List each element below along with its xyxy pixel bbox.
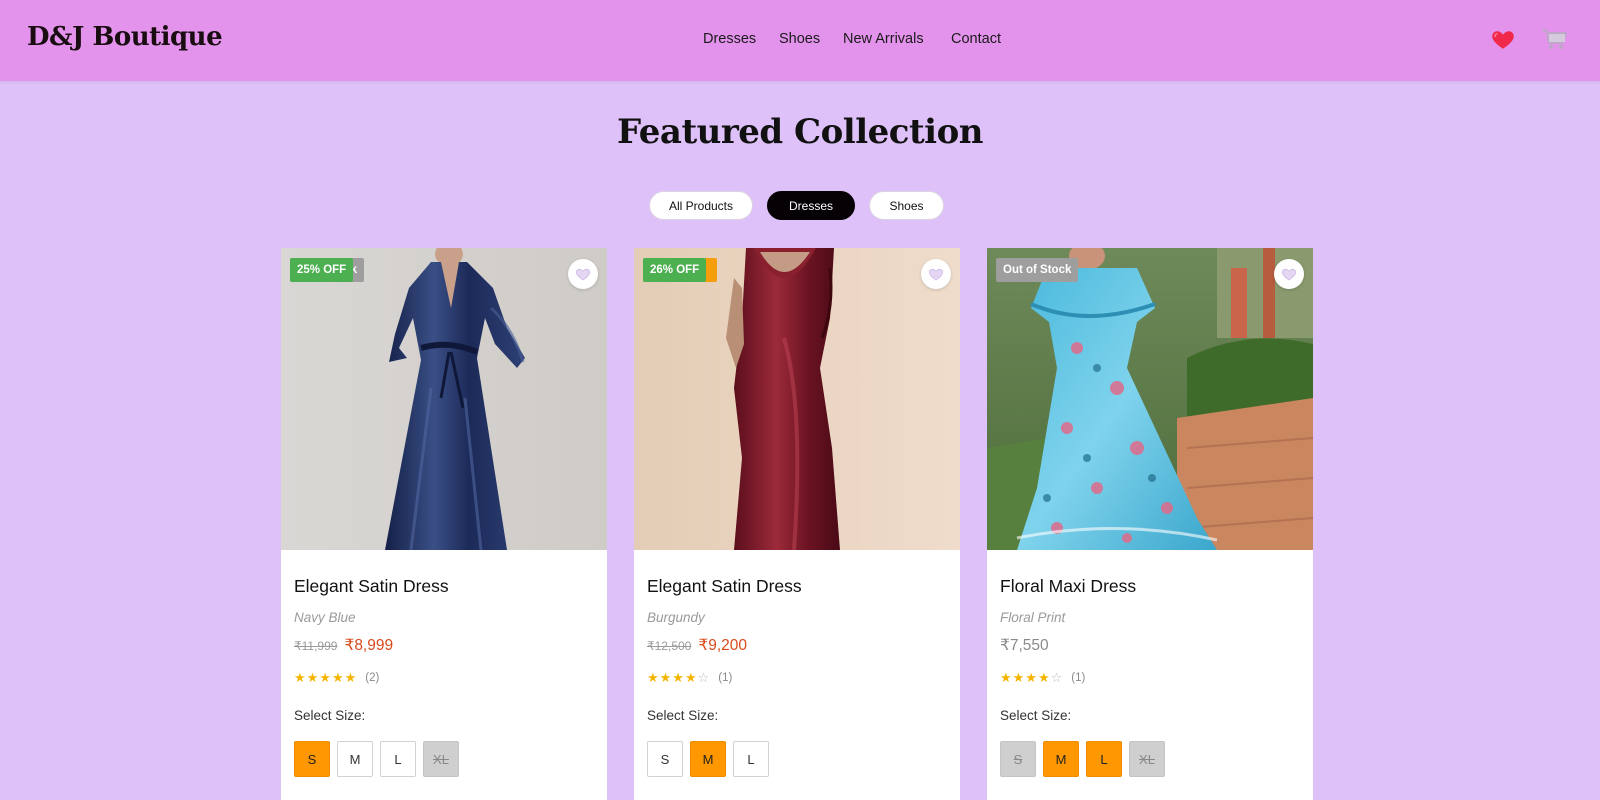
sale-price: ₹8,999 xyxy=(344,637,394,654)
price-row: ₹12,500 ₹9,200 xyxy=(647,636,747,655)
nav-link-dresses[interactable]: Dresses xyxy=(703,31,756,47)
size-option-m[interactable]: M xyxy=(1043,741,1079,777)
product-variant: Floral Print xyxy=(1000,610,1066,625)
rating-row: ★★★★☆ (1) xyxy=(647,670,732,686)
main-nav: Dresses Shoes New Arrivals Contact xyxy=(0,31,1600,51)
size-label: Select Size: xyxy=(294,708,366,723)
original-price: ₹11,999 xyxy=(294,639,338,653)
price-row: ₹11,999 ₹8,999 xyxy=(294,636,393,655)
product-image[interactable]: Out of Stock xyxy=(987,248,1313,550)
size-option-s[interactable]: S xyxy=(294,741,330,777)
product-card[interactable]: ck 25% OFF Elegant Satin Dress Navy Blue… xyxy=(281,248,607,800)
burgundy-satin-dress-photo xyxy=(634,248,960,550)
size-option-m[interactable]: M xyxy=(690,741,726,777)
wishlist-button[interactable] xyxy=(1490,26,1516,52)
size-selector: S M L XL xyxy=(294,741,459,777)
star-rating: ★★★★☆ xyxy=(647,670,711,685)
price-row: ₹7,550 xyxy=(1000,636,1049,655)
product-name[interactable]: Elegant Satin Dress xyxy=(294,576,449,597)
card-wishlist-button[interactable] xyxy=(1274,259,1304,289)
nav-link-new-arrivals[interactable]: New Arrivals xyxy=(843,31,924,47)
card-wishlist-button[interactable] xyxy=(568,259,598,289)
nav-link-contact[interactable]: Contact xyxy=(951,31,1001,47)
product-variant: Navy Blue xyxy=(294,610,356,625)
badge-discount: 25% OFF xyxy=(290,258,354,282)
heart-icon xyxy=(576,268,590,281)
size-selector: S M L xyxy=(647,741,769,777)
star-rating: ★★★★★ xyxy=(294,670,358,685)
heart-icon xyxy=(1492,31,1514,49)
size-option-s: S xyxy=(1000,741,1036,777)
size-option-m[interactable]: M xyxy=(337,741,373,777)
navy-satin-dress-photo xyxy=(281,248,607,550)
size-option-xl: XL xyxy=(423,741,459,777)
size-option-l[interactable]: L xyxy=(733,741,769,777)
product-card[interactable]: 26% OFF Elegant Satin Dress Burgundy ₹12… xyxy=(634,248,960,800)
card-wishlist-button[interactable] xyxy=(921,259,951,289)
heart-icon xyxy=(929,268,943,281)
size-label: Select Size: xyxy=(1000,708,1072,723)
product-variant: Burgundy xyxy=(647,610,705,625)
rating-row: ★★★★★ (2) xyxy=(294,670,379,686)
badge-out-of-stock: Out of Stock xyxy=(996,258,1079,282)
page-title: Featured Collection xyxy=(617,112,983,152)
sale-price: ₹9,200 xyxy=(698,637,747,654)
review-count: (2) xyxy=(365,672,380,684)
size-option-l[interactable]: L xyxy=(1086,741,1122,777)
product-card[interactable]: Out of Stock Floral Maxi Dress Floral Pr… xyxy=(987,248,1313,800)
product-name[interactable]: Floral Maxi Dress xyxy=(1000,576,1136,597)
size-option-l[interactable]: L xyxy=(380,741,416,777)
product-image[interactable]: ck 25% OFF xyxy=(281,248,607,550)
site-header: D&J Boutique Dresses Shoes New Arrivals … xyxy=(0,0,1600,81)
size-selector: S M L XL xyxy=(1000,741,1165,777)
rating-row: ★★★★☆ (1) xyxy=(1000,670,1085,686)
size-option-s[interactable]: S xyxy=(647,741,683,777)
size-label: Select Size: xyxy=(647,708,719,723)
product-price: ₹7,550 xyxy=(1000,637,1049,654)
heart-icon xyxy=(1282,268,1296,281)
original-price: ₹12,500 xyxy=(647,639,692,653)
size-option-xl: XL xyxy=(1129,741,1165,777)
badge-discount: 26% OFF xyxy=(643,258,707,282)
review-count: (1) xyxy=(1071,672,1086,684)
review-count: (1) xyxy=(718,672,733,684)
product-name[interactable]: Elegant Satin Dress xyxy=(647,576,802,597)
floral-maxi-dress-photo xyxy=(987,248,1313,550)
filter-all-products[interactable]: All Products xyxy=(649,191,753,220)
cart-button[interactable] xyxy=(1540,26,1568,52)
product-image[interactable]: 26% OFF xyxy=(634,248,960,550)
cart-icon xyxy=(1542,29,1567,49)
filter-shoes[interactable]: Shoes xyxy=(869,191,944,220)
star-rating: ★★★★☆ xyxy=(1000,670,1064,685)
filter-dresses[interactable]: Dresses xyxy=(767,191,855,220)
nav-link-shoes[interactable]: Shoes xyxy=(779,31,820,47)
